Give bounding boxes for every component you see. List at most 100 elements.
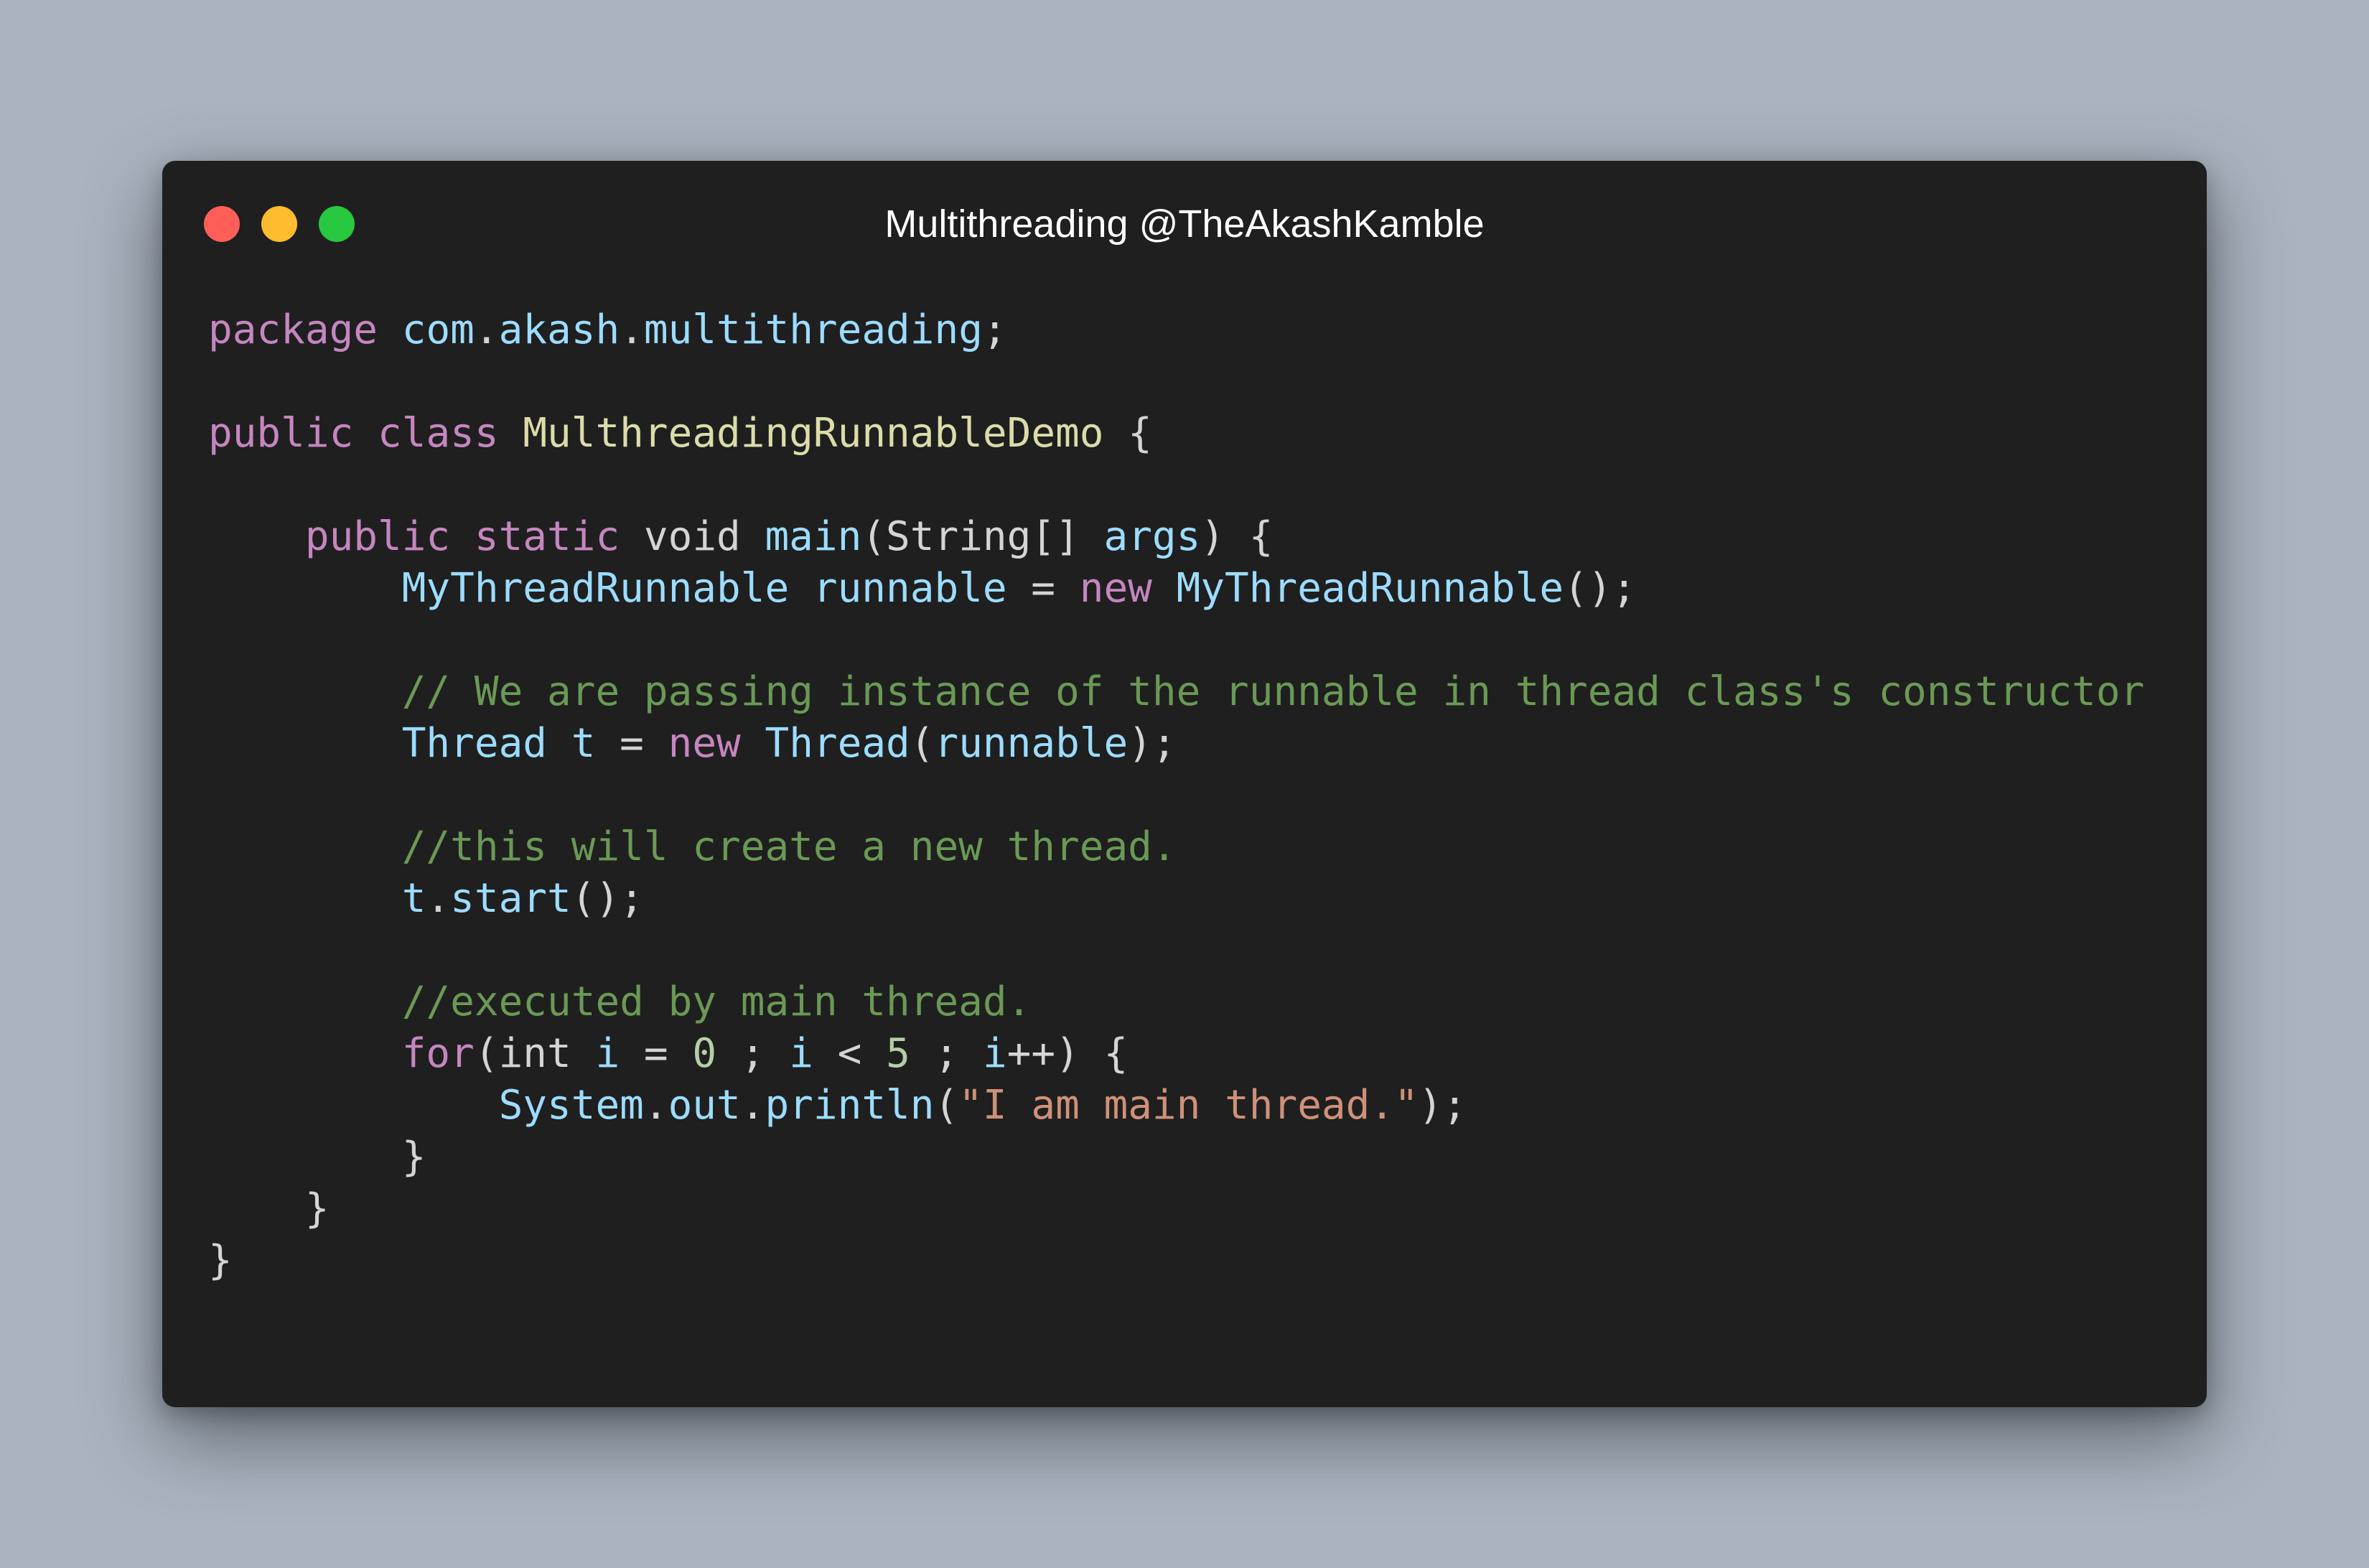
code-token: = <box>1006 565 1080 612</box>
code-token: t <box>571 720 596 767</box>
code-token: (String[] <box>861 513 1104 560</box>
code-token: } <box>208 1237 233 1284</box>
code-token: ( <box>934 1082 959 1129</box>
code-token: = <box>620 1030 693 1077</box>
code-token: println <box>765 1082 935 1129</box>
code-token: //this will create a new thread. <box>401 823 1177 870</box>
code-token: (); <box>1564 565 1637 612</box>
code-token: public <box>208 410 354 457</box>
code-token: } <box>208 1185 330 1232</box>
code-token: . <box>474 307 499 353</box>
code-token: args <box>1103 513 1201 560</box>
code-token: i <box>789 1030 813 1077</box>
code-token: new <box>1079 565 1152 612</box>
code-token: (int <box>474 1030 596 1077</box>
code-token: main <box>765 513 862 560</box>
code-token: ); <box>1418 1082 1467 1129</box>
code-token: ; <box>910 1030 983 1077</box>
code-token: package <box>208 307 378 353</box>
code-token: ++) { <box>1006 1030 1129 1077</box>
code-token: // We are passing instance of the runnab… <box>401 668 2145 715</box>
code-line: } <box>208 1235 2144 1287</box>
code-token: < <box>813 1030 887 1077</box>
code-token: . <box>620 307 644 353</box>
code-token: out <box>668 1082 741 1129</box>
code-token: multithreading <box>643 307 983 353</box>
code-token: 0 <box>692 1030 717 1077</box>
code-token: "I am main thread." <box>958 1082 1419 1129</box>
window-titlebar: Multithreading @TheAkashKamble <box>162 161 2207 283</box>
code-token: new <box>668 720 741 767</box>
code-token: . <box>426 875 451 922</box>
code-token: com <box>401 307 475 353</box>
code-line: package com.akash.multithreading; <box>208 304 2144 356</box>
code-token: runnable <box>934 720 1129 767</box>
code-token: i <box>982 1030 1007 1077</box>
code-line: for(int i = 0 ; i < 5 ; i++) { <box>208 1028 2144 1080</box>
code-token: start <box>450 875 571 922</box>
code-token: ; <box>982 307 1007 353</box>
code-line: // We are passing instance of the runnab… <box>208 666 2144 718</box>
code-line: Thread t = new Thread(runnable); <box>208 718 2144 770</box>
code-line: System.out.println("I am main thread."); <box>208 1080 2144 1131</box>
code-token: akash <box>498 307 620 353</box>
code-token: { <box>1103 410 1152 457</box>
code-token: ( <box>910 720 935 767</box>
code-token: runnable <box>813 565 1007 612</box>
code-line: } <box>208 1183 2144 1235</box>
code-line: } <box>208 1131 2144 1183</box>
code-token: } <box>208 1134 426 1180</box>
code-token: Thread <box>765 720 910 767</box>
code-line: MyThreadRunnable runnable = new MyThread… <box>208 563 2144 615</box>
code-token: . <box>740 1082 765 1129</box>
code-token: for <box>401 1030 475 1077</box>
code-token: Thread <box>401 720 548 767</box>
code-token: MyThreadRunnable <box>1176 565 1564 612</box>
code-token: MyThreadRunnable <box>401 565 790 612</box>
code-token: (); <box>571 875 644 922</box>
code-token: i <box>595 1030 620 1077</box>
code-block: package com.akash.multithreading; public … <box>208 304 2144 1287</box>
code-line: //executed by main thread. <box>208 976 2144 1028</box>
code-line: public class MulthreadingRunnableDemo { <box>208 408 2144 459</box>
code-token: static <box>474 513 620 560</box>
code-line: t.start(); <box>208 873 2144 925</box>
code-token: MulthreadingRunnableDemo <box>523 410 1104 457</box>
code-line: //this will create a new thread. <box>208 821 2144 873</box>
code-token: void <box>620 513 765 560</box>
code-token: = <box>595 720 668 767</box>
code-token: //executed by main thread. <box>401 979 1032 1025</box>
code-window: Multithreading @TheAkashKamble package c… <box>162 161 2207 1407</box>
code-token: System <box>498 1082 644 1129</box>
code-line: public static void main(String[] args) { <box>208 511 2144 563</box>
code-token: ; <box>716 1030 790 1077</box>
code-token: . <box>643 1082 668 1129</box>
code-token: ) { <box>1200 513 1274 560</box>
code-token: public <box>304 513 451 560</box>
code-token: ); <box>1128 720 1177 767</box>
code-token: 5 <box>886 1030 910 1077</box>
code-token: t <box>401 875 426 922</box>
code-token: class <box>378 410 499 457</box>
window-title: Multithreading @TheAkashKamble <box>884 202 1485 246</box>
